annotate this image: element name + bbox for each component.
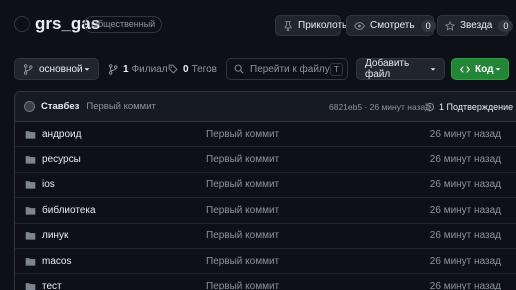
branches-link[interactable]: 1 Филиал <box>108 58 168 80</box>
file-row[interactable]: тест Первый коммит 26 минут назад <box>15 274 516 290</box>
file-row[interactable]: ресурсы Первый коммит 26 минут назад <box>15 147 516 173</box>
file-commit-message[interactable]: Первый коммит <box>206 129 279 140</box>
star-label: Звезда <box>460 20 493 31</box>
tags-link[interactable]: 0 Тегов <box>168 58 217 80</box>
go-to-file-input[interactable]: Перейти к файлу T <box>226 58 348 80</box>
owner-avatar[interactable] <box>14 16 30 32</box>
search-placeholder: Перейти к файлу <box>250 63 330 75</box>
file-commit-message[interactable]: Первый коммит <box>206 256 279 267</box>
file-name[interactable]: macos <box>42 256 71 267</box>
file-name[interactable]: тест <box>42 281 62 290</box>
chevron-down-icon <box>494 65 502 73</box>
file-commit-time: 26 минут назад <box>429 179 501 191</box>
folder-icon <box>25 155 36 164</box>
file-row[interactable]: macos Первый коммит 26 минут назад <box>15 249 516 275</box>
folder-icon <box>25 282 36 290</box>
chevron-down-icon <box>83 65 91 73</box>
file-commit-message[interactable]: Первый коммит <box>206 179 279 190</box>
chevron-down-icon <box>429 65 437 73</box>
star-icon <box>445 20 455 31</box>
file-table: Ставбез Первый коммит 6821eb5 · 26 минут… <box>14 91 516 290</box>
commit-hash-time[interactable]: 6821eb5 · 26 минут назад <box>329 102 430 112</box>
branches-label: Филиал <box>131 63 168 75</box>
pin-button[interactable]: Приколоть <box>275 15 347 36</box>
branch-name: основной <box>39 63 83 75</box>
eye-icon <box>354 21 365 31</box>
branch-selector[interactable]: основной <box>14 58 99 80</box>
code-icon <box>460 65 470 74</box>
folder-icon <box>25 231 36 240</box>
file-commit-time: 26 минут назад <box>429 204 501 216</box>
file-commit-message[interactable]: Первый коммит <box>206 230 279 241</box>
latest-commit-bar: Ставбез Первый коммит 6821eb5 · 26 минут… <box>15 92 516 122</box>
tags-count: 0 <box>183 63 189 75</box>
file-name[interactable]: линук <box>42 230 68 241</box>
file-name[interactable]: ресурсы <box>42 154 81 165</box>
shortcut-key: T <box>330 62 343 76</box>
branch-icon <box>23 63 33 75</box>
add-file-label: Добавить файл <box>365 58 410 80</box>
pin-label: Приколоть <box>298 20 348 31</box>
file-row[interactable]: линук Первый коммит 26 минут назад <box>15 224 516 249</box>
add-file-button[interactable]: Добавить файл <box>356 58 445 80</box>
pin-icon <box>283 20 293 31</box>
file-row[interactable]: ios Первый коммит 26 минут назад <box>15 173 516 199</box>
commit-message[interactable]: Первый коммит <box>86 101 155 112</box>
file-commit-message[interactable]: Первый коммит <box>206 281 279 290</box>
file-name[interactable]: ios <box>42 179 55 190</box>
folder-icon <box>25 130 36 139</box>
file-name[interactable]: андроид <box>42 129 81 140</box>
file-commit-message[interactable]: Первый коммит <box>206 205 279 216</box>
watch-button[interactable]: Смотреть 0 <box>346 15 456 36</box>
commit-author[interactable]: Ставбез <box>41 101 79 112</box>
repo-header: grs_gas Общественный Приколоть Смотреть … <box>0 0 516 50</box>
file-commit-time: 26 минут назад <box>429 230 501 242</box>
search-icon <box>234 64 244 74</box>
file-row[interactable]: библиотека Первый коммит 26 минут назад <box>15 198 516 224</box>
history-icon <box>425 102 435 112</box>
folder-icon <box>25 257 36 266</box>
file-commit-time: 26 минут назад <box>429 281 501 290</box>
tag-icon <box>168 64 178 74</box>
watch-count: 0 <box>420 19 436 32</box>
file-name[interactable]: библиотека <box>42 205 96 216</box>
folder-icon <box>25 180 36 190</box>
code-label: Код <box>475 63 494 75</box>
tags-label: Тегов <box>191 63 217 75</box>
file-commit-time: 26 минут назад <box>429 255 501 267</box>
file-list: андроид Первый коммит 26 минут назад рес… <box>15 122 516 290</box>
file-commit-message[interactable]: Первый коммит <box>206 154 279 165</box>
author-avatar[interactable] <box>24 101 35 112</box>
branches-count: 1 <box>123 63 129 75</box>
commit-history-link[interactable]: 1 Подтверждение <box>425 102 513 112</box>
file-commit-time: 26 минут назад <box>429 154 501 166</box>
star-button[interactable]: Звезда 0 <box>437 15 514 36</box>
star-count: 0 <box>498 19 514 32</box>
visibility-badge: Общественный <box>84 16 163 33</box>
file-commit-time: 26 минут назад <box>429 128 501 140</box>
watch-label: Смотреть <box>370 20 415 31</box>
history-label: 1 Подтверждение <box>439 101 514 112</box>
branch-icon <box>108 63 118 75</box>
file-row[interactable]: андроид Первый коммит 26 минут назад <box>15 122 516 148</box>
code-button[interactable]: Код <box>451 58 509 80</box>
folder-icon <box>25 206 36 215</box>
